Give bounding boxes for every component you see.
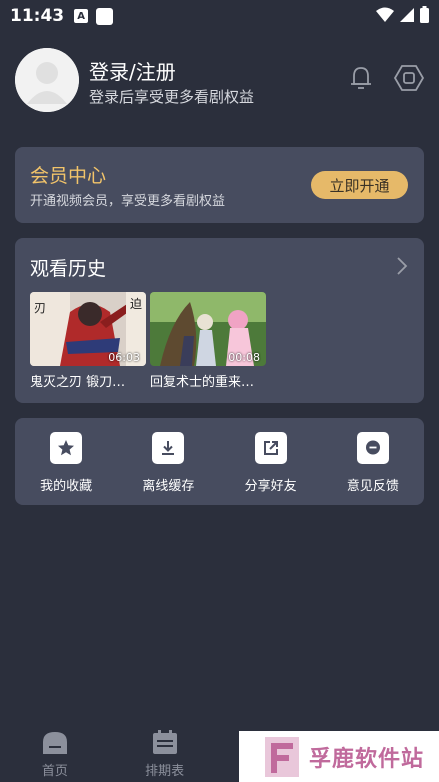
- feedback-icon: [356, 432, 389, 464]
- feedback-button[interactable]: 意见反馈: [322, 418, 424, 505]
- offline-cache-button[interactable]: 离线缓存: [117, 418, 219, 505]
- status-bar: 11:43 A: [0, 0, 439, 32]
- tab-label: 排期表: [145, 764, 185, 779]
- share-friends-button[interactable]: 分享好友: [220, 418, 322, 505]
- notification-app-icon: A: [74, 9, 89, 23]
- tool-label: 意见反馈: [346, 479, 399, 494]
- tab-schedule[interactable]: 排期表: [110, 720, 220, 782]
- battery-icon: [420, 6, 429, 23]
- status-right: [376, 6, 429, 23]
- tool-label: 分享好友: [244, 479, 297, 494]
- vip-subtitle: 开通视频会员，享受更多看剧权益: [30, 194, 226, 209]
- history-title: 观看历史: [30, 258, 107, 280]
- watermark-text: 孚鹿软件站: [309, 745, 425, 772]
- tools-card: 我的收藏 离线缓存 分享好友 意见反馈: [15, 418, 424, 505]
- vip-center-card[interactable]: 会员中心 开通视频会员，享受更多看剧权益 立即开通: [15, 147, 424, 223]
- profile-header: 登录/注册 登录后享受更多看剧权益: [15, 48, 425, 112]
- watermark-logo-icon: [265, 736, 299, 777]
- login-register-link[interactable]: 登录/注册: [89, 56, 176, 85]
- tab-label: 首页: [41, 764, 68, 779]
- tab-home[interactable]: 首页: [0, 720, 110, 782]
- chevron-right-icon[interactable]: [394, 256, 410, 276]
- svg-text:刃: 刃: [34, 301, 46, 315]
- watch-history-card: 观看历史 刃 迫 06:03 鬼灭之刃 锻刀… 00:08 回复术士的重来…: [15, 238, 424, 403]
- settings-icon[interactable]: [393, 62, 425, 94]
- login-subtitle: 登录后享受更多看剧权益: [89, 88, 255, 106]
- signal-icon: [400, 7, 414, 22]
- history-thumbnail[interactable]: 00:08: [150, 292, 266, 366]
- share-icon: [254, 432, 287, 464]
- wifi-icon: [376, 7, 394, 22]
- calendar-icon: [152, 730, 177, 754]
- avatar[interactable]: [15, 48, 79, 112]
- activate-vip-button[interactable]: 立即开通: [311, 171, 408, 199]
- home-icon: [42, 732, 67, 754]
- history-thumbnail[interactable]: 刃 迫 06:03: [30, 292, 146, 366]
- tool-label: 离线缓存: [142, 479, 195, 494]
- download-icon: [152, 432, 185, 464]
- star-icon: [50, 432, 83, 464]
- vip-title: 会员中心: [30, 165, 107, 187]
- default-avatar-icon: [15, 48, 79, 112]
- bell-icon[interactable]: [345, 62, 377, 94]
- favorites-button[interactable]: 我的收藏: [15, 418, 117, 505]
- history-item-title[interactable]: 回复术士的重来…: [150, 371, 266, 390]
- history-progress-time: 06:03: [108, 351, 140, 364]
- watermark: 孚鹿软件站: [239, 731, 439, 782]
- svg-text:迫: 迫: [130, 297, 142, 311]
- status-time: 11:43: [10, 6, 65, 26]
- history-item-title[interactable]: 鬼灭之刃 锻刀…: [30, 371, 146, 390]
- notification-square-icon: [96, 7, 114, 25]
- history-progress-time: 00:08: [228, 351, 260, 364]
- tool-label: 我的收藏: [40, 479, 93, 494]
